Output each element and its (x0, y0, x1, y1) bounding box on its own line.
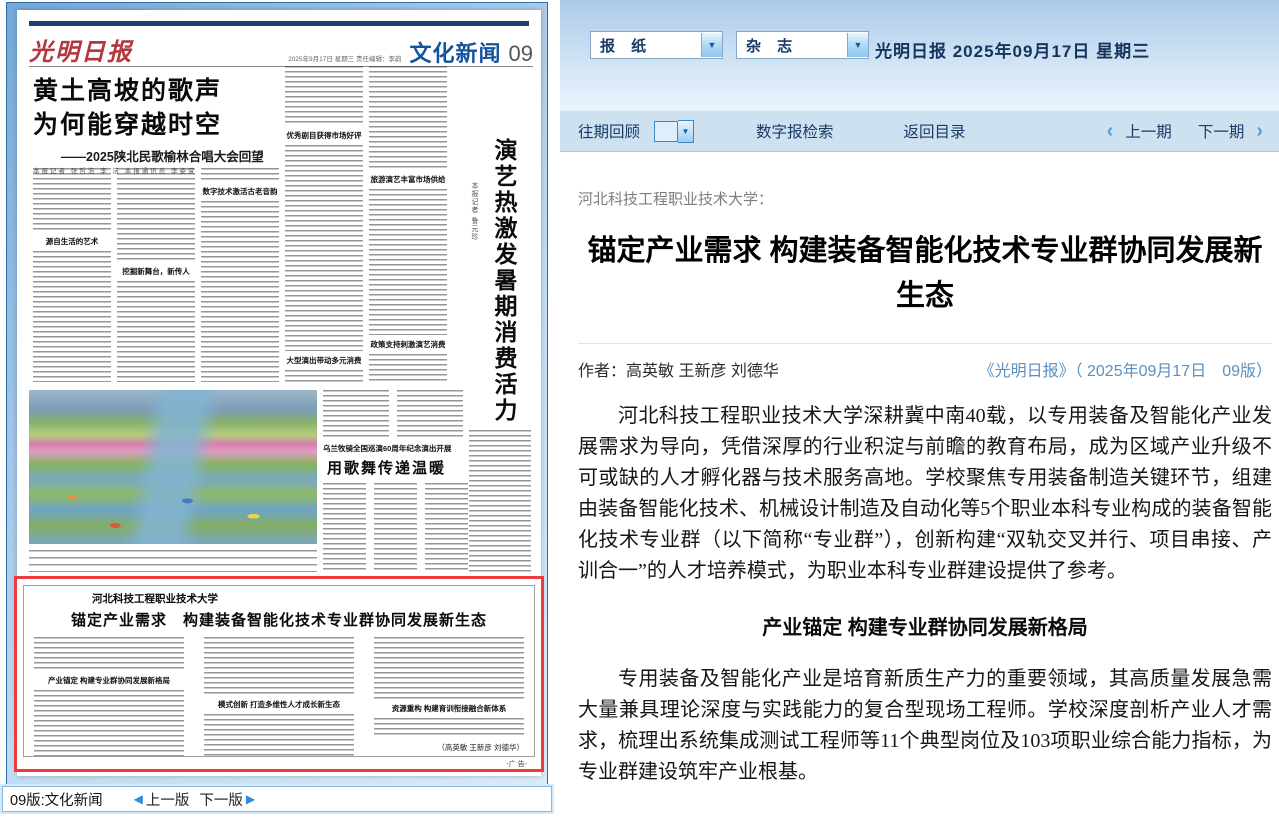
ad-column: 资源重构 构建育训衔接融合新体系 （高英敏 王新彦 刘德华） (374, 637, 524, 756)
news-photo (29, 390, 317, 544)
ad-article-box: 河北科技工程职业技术大学 锚定产业需求 构建装备智能化技术专业群协同发展新生态 … (23, 585, 535, 757)
column-subhead: 数字技术激活古老音韵 (201, 186, 279, 197)
article-kicker: 河北科技工程职业技术大学： (578, 188, 1272, 209)
second-article-title: 用歌舞传递温暖 (327, 457, 469, 478)
calendar-dropdown-arrow-icon[interactable]: ▼ (678, 120, 694, 143)
newsprint-column (469, 430, 531, 574)
ad-headline: 锚定产业需求 构建装备智能化技术专业群协同发展新生态 (34, 609, 524, 630)
newsprint-column: 挖掘新舞台，新传人 (117, 168, 195, 382)
ad-mark: -广 告- (504, 759, 529, 769)
ad-column: 产业锚定 构建专业群协同发展新格局 (34, 637, 184, 756)
article-title: 锚定产业需求 构建装备智能化技术专业群协同发展新生态 (578, 229, 1272, 319)
page-preview-panel: 光明日报 2025年9月17日 星期三 责任编辑：李韵 文化新闻 09 黄土高坡… (0, 0, 556, 834)
column-subhead: 旅游演艺丰富市场供给 (369, 174, 447, 185)
page-pager-bar: 09版:文化新闻 ◀ 上一版 下一版 ▶ (2, 786, 552, 812)
newsprint-column: 优秀剧目获得市场好评 大型演出带动多元消费 (285, 66, 363, 382)
column-subhead: 优秀剧目获得市场好评 (285, 130, 363, 141)
lead-story-subhead: ——2025陕北民歌榆林合唱大会回望 (61, 146, 264, 165)
column-subhead: 政策支持刺激演艺消费 (369, 339, 447, 350)
vertical-headline: 演艺热激发暑期消费活力 (487, 138, 521, 424)
column-subhead: 挖掘新舞台，新传人 (117, 266, 195, 277)
header-divider (29, 66, 533, 67)
ad-column-subhead: 产业锚定 构建专业群协同发展新格局 (34, 675, 184, 686)
next-issue-link[interactable]: 下一期 (1198, 120, 1245, 142)
next-page-arrow-icon[interactable]: ▶ (246, 792, 255, 806)
next-page-link[interactable]: 下一版 (199, 789, 243, 810)
magazine-select[interactable]: 杂 志 ▼ (736, 31, 869, 59)
ad-signature: （高英敏 王新彦 刘德华） (374, 742, 524, 753)
newspaper-masthead: 光明日报 (29, 32, 133, 67)
vertical-byline: 本报记者 鲁元珍 (469, 182, 479, 266)
newsprint-column: 数字技术激活古老音韵 (201, 168, 279, 382)
ad-column-subhead: 模式创新 打造多维性人才成长新生态 (204, 699, 354, 710)
prev-page-arrow-icon[interactable]: ◀ (134, 792, 143, 806)
chevron-left-icon[interactable]: ‹ (1107, 120, 1114, 143)
past-issues-link[interactable]: 往期回顾 (578, 120, 640, 142)
ad-column-subhead: 资源重构 构建育训衔接融合新体系 (374, 703, 524, 714)
article-section-heading: 产业锚定 构建专业群协同发展新格局 (578, 613, 1272, 644)
highlighted-article-region[interactable]: 河北科技工程职业技术大学 锚定产业需求 构建装备智能化技术专业群协同发展新生态 … (14, 576, 544, 772)
ad-column: 模式创新 打造多维性人才成长新生态 (204, 637, 354, 756)
second-article: 乌兰牧骑全国巡演60周年纪念演出开展 用歌舞传递温暖 (323, 390, 469, 571)
photo-caption (29, 550, 317, 572)
newsprint-column: 源自生活的艺术 (33, 168, 111, 382)
reader-nav-bar: 往期回顾 ▼ 数字报检索 返回目录 ‹ 上一期 下一期 › (560, 110, 1279, 152)
dropdown-arrow-icon[interactable]: ▼ (701, 33, 722, 57)
ad-kicker: 河北科技工程职业技术大学 (92, 591, 524, 606)
reader-header: 报 纸 ▼ 杂 志 ▼ 光明日报 2025年09月17日 星期三 (560, 0, 1279, 110)
column-subhead: 源自生活的艺术 (33, 236, 111, 247)
paper-select[interactable]: 报 纸 ▼ (590, 31, 723, 59)
issue-info: 光明日报 2025年09月17日 星期三 (875, 37, 1150, 62)
article-author: 作者：高英敏 王新彦 刘德华 (578, 357, 779, 381)
magazine-select-value: 杂 志 (737, 35, 847, 56)
page-dateline: 2025年9月17日 星期三 责任编辑：李韵 (288, 53, 401, 63)
article-paragraph: 河北科技工程职业技术大学深耕冀中南40载，以专用装备及智能化产业发展需求为导向，… (578, 401, 1272, 587)
masthead-rule (29, 21, 529, 26)
column-subhead: 大型演出带动多元消费 (285, 355, 363, 366)
prev-issue-link[interactable]: 上一期 (1125, 120, 1172, 142)
newsprint-column: 旅游演艺丰富市场供给 政策支持刺激演艺消费 (369, 66, 447, 382)
section-title: 文化新闻 (410, 36, 502, 68)
digital-search-link[interactable]: 数字报检索 (756, 120, 834, 142)
current-page-label: 09版:文化新闻 (10, 789, 103, 810)
dropdown-arrow-icon[interactable]: ▼ (847, 33, 868, 57)
back-to-contents-link[interactable]: 返回目录 (904, 120, 966, 142)
calendar-icon[interactable] (654, 121, 678, 142)
lead-story-headline: 黄土高坡的歌声 为何能穿越时空 (33, 74, 222, 142)
article-body: 河北科技工程职业技术大学深耕冀中南40载，以专用装备及智能化产业发展需求为导向，… (578, 401, 1272, 788)
reader-panel: 报 纸 ▼ 杂 志 ▼ 光明日报 2025年09月17日 星期三 往期回顾 ▼ … (560, 0, 1279, 834)
second-article-kicker: 乌兰牧骑全国巡演60周年纪念演出开展 (323, 443, 469, 454)
article-view: 河北科技工程职业技术大学： 锚定产业需求 构建装备智能化技术专业群协同发展新生态… (578, 152, 1272, 788)
paper-select-value: 报 纸 (591, 35, 701, 56)
article-divider (578, 343, 1272, 344)
chevron-right-icon[interactable]: › (1256, 120, 1263, 143)
page-number: 09 (509, 41, 533, 67)
article-paragraph: 专用装备及智能化产业是培育新质生产力的重要领域，其高质量发展急需大量兼具理论深度… (578, 664, 1272, 788)
prev-page-link[interactable]: 上一版 (146, 789, 190, 810)
article-source: 《光明日报》（ 2025年09月17日 09版） (979, 357, 1272, 381)
